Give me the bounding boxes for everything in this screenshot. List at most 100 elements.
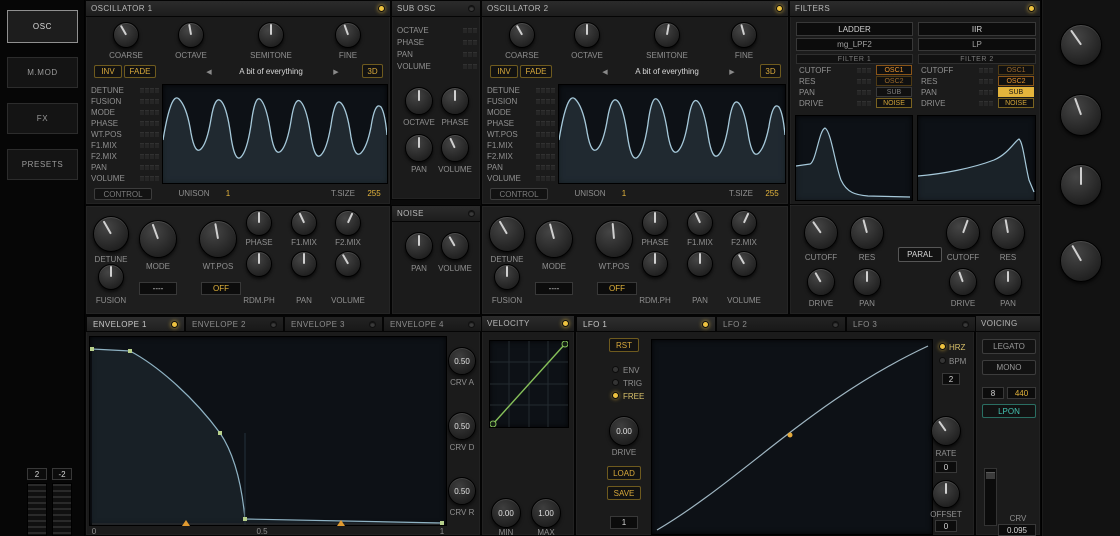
osc1-semitone-knob[interactable] — [258, 22, 284, 48]
filter2-param-drive[interactable]: DRIVE — [916, 98, 996, 109]
filter2-response-display[interactable] — [917, 115, 1036, 201]
filter1-route-osc1[interactable]: OSC1 — [876, 65, 912, 75]
filter2-drive-knob[interactable] — [949, 268, 977, 296]
filter1-route-noise[interactable]: NOISE — [876, 98, 912, 108]
tab-envelope-4[interactable]: ENVELOPE 4 — [383, 316, 482, 332]
filter2-route-osc2[interactable]: OSC2 — [998, 76, 1034, 86]
osc1-octave-knob[interactable] — [178, 22, 204, 48]
sub-param-octave[interactable]: OCTAVE — [392, 25, 480, 36]
osc2-unison-value[interactable]: 1 — [616, 189, 632, 198]
filter1-param-pan[interactable]: PAN — [794, 87, 874, 98]
osc1-detune-knob[interactable] — [93, 216, 129, 252]
osc2-mode-knob[interactable] — [535, 220, 573, 258]
osc1-invert-button[interactable]: INV — [94, 65, 122, 78]
osc1-prev-wavetable-icon[interactable]: ◀ — [202, 65, 216, 78]
sub-param-volume[interactable]: VOLUME — [392, 61, 480, 72]
osc1-tsize-value[interactable]: 255 — [362, 189, 386, 198]
filter2-route-noise[interactable]: NOISE — [998, 98, 1034, 108]
filter1-drive-knob[interactable] — [807, 268, 835, 296]
osc2-prev-wavetable-icon[interactable]: ◀ — [598, 65, 612, 78]
osc1-param-pan[interactable]: PAN — [86, 162, 162, 173]
osc2-fade-button[interactable]: FADE — [520, 65, 552, 78]
lfo-2-led[interactable] — [832, 320, 839, 328]
osc1-f1mix-knob[interactable] — [291, 210, 317, 236]
osc2-phase-knob[interactable] — [642, 210, 668, 236]
osc1-unison-value[interactable]: 1 — [220, 189, 236, 198]
filter1-res-knob[interactable] — [850, 216, 884, 250]
osc1-f2mix-knob[interactable] — [335, 210, 361, 236]
filter2-param-pan[interactable]: PAN — [916, 87, 996, 98]
filter1-response-display[interactable] — [795, 115, 913, 201]
osc2-next-wavetable-icon[interactable]: ▶ — [725, 65, 739, 78]
lfo-3-led[interactable] — [962, 320, 969, 328]
osc2-invert-button[interactable]: INV — [490, 65, 518, 78]
osc1-rdmph-knob[interactable] — [246, 251, 272, 277]
filter1-cutoff-knob[interactable] — [804, 216, 838, 250]
envelope-display[interactable] — [89, 336, 447, 526]
tab-envelope-1[interactable]: ENVELOPE 1 — [86, 316, 185, 332]
sidebar-item-presets[interactable]: PRESETS — [7, 149, 78, 180]
osc2-semitone-knob[interactable] — [654, 22, 680, 48]
env-crv-r-knob[interactable]: 0.50 — [448, 477, 476, 505]
osc2-wtpos-value[interactable]: OFF — [597, 282, 637, 295]
tab-lfo-2[interactable]: LFO 2 — [716, 316, 846, 332]
sub-param-phase[interactable]: PHASE — [392, 37, 480, 48]
filter2-param-cutoff[interactable]: CUTOFF — [916, 65, 996, 76]
lfo-mode-free-label[interactable]: FREE — [623, 392, 653, 401]
lfo-1-led[interactable] — [702, 320, 709, 328]
osc1-wavetable-name[interactable]: A bit of everything — [216, 67, 326, 76]
lfo-step-value[interactable]: 1 — [610, 516, 638, 529]
filter1-route-osc2[interactable]: OSC2 — [876, 76, 912, 86]
osc2-fusion-knob[interactable] — [494, 264, 520, 290]
osc2-param-fusion[interactable]: FUSION — [482, 96, 558, 107]
macro-knob-2[interactable] — [1060, 94, 1102, 136]
voicing-mono-button[interactable]: MONO — [982, 360, 1036, 375]
envelope-4-led[interactable] — [468, 320, 475, 328]
voicing-crv-slider-handle[interactable] — [986, 472, 995, 479]
envelope-1-led[interactable] — [171, 320, 178, 328]
osc1-fade-button[interactable]: FADE — [124, 65, 156, 78]
filter2-model-select[interactable]: LP — [918, 38, 1036, 51]
macro-1-value[interactable]: 2 — [27, 468, 47, 480]
filter1-param-cutoff[interactable]: CUTOFF — [794, 65, 874, 76]
osc1-param-fusion[interactable]: FUSION — [86, 96, 162, 107]
lfo-hrz-dot[interactable] — [939, 343, 946, 350]
lfo-save-button[interactable]: SAVE — [607, 486, 641, 500]
osc2-param-mode[interactable]: MODE — [482, 107, 558, 118]
velocity-led[interactable] — [562, 320, 569, 327]
osc2-wavetable-name[interactable]: A bit of everything — [612, 67, 722, 76]
noise-pan-knob[interactable] — [405, 232, 433, 260]
osc1-param-wtpos[interactable]: WT.POS — [86, 129, 162, 140]
macro-2-slider[interactable] — [52, 483, 72, 536]
filter2-type-select[interactable]: IIR — [918, 22, 1036, 36]
osc1-phase-knob[interactable] — [246, 210, 272, 236]
osc1-waveform-display[interactable] — [162, 84, 388, 184]
lfo-bpm-dot[interactable] — [939, 357, 946, 364]
lfo-sync-value[interactable]: 2 — [942, 373, 960, 385]
osc1-param-volume[interactable]: VOLUME — [86, 173, 162, 184]
osc1-mode-value[interactable]: ---- — [139, 282, 177, 295]
osc2-wtpos-knob[interactable] — [595, 220, 633, 258]
osc2-param-f2mix[interactable]: F2.MIX — [482, 151, 558, 162]
osc1-param-mode[interactable]: MODE — [86, 107, 162, 118]
sub-volume-knob[interactable] — [441, 134, 469, 162]
voicing-crv-slider[interactable] — [984, 468, 997, 526]
macro-knob-4[interactable] — [1060, 240, 1102, 282]
osc2-param-detune[interactable]: DETUNE — [482, 85, 558, 96]
oscillator-1-power-led[interactable] — [378, 5, 385, 12]
osc1-pan-knob[interactable] — [291, 251, 317, 277]
filter2-route-sub[interactable]: SUB — [998, 87, 1034, 97]
osc2-mode-value[interactable]: ---- — [535, 282, 573, 295]
osc2-param-f1mix[interactable]: F1.MIX — [482, 140, 558, 151]
voicing-legato-button[interactable]: LEGATO — [982, 339, 1036, 354]
osc2-param-pan[interactable]: PAN — [482, 162, 558, 173]
env-loop-end-marker[interactable] — [337, 520, 345, 526]
osc2-3d-button[interactable]: 3D — [760, 64, 781, 78]
filter1-param-drive[interactable]: DRIVE — [794, 98, 874, 109]
osc1-fine-knob[interactable] — [335, 22, 361, 48]
lfo-mode-free-dot[interactable] — [612, 392, 619, 399]
lfo-drive-knob[interactable]: 0.00 — [609, 416, 639, 446]
filter2-route-osc1[interactable]: OSC1 — [998, 65, 1034, 75]
osc2-octave-knob[interactable] — [574, 22, 600, 48]
velocity-min-knob[interactable]: 0.00 — [491, 498, 521, 528]
